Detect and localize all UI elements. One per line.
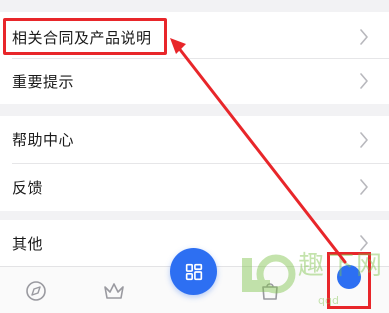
menu-item-label: 重要提示 <box>12 72 75 91</box>
menu-item-label: 帮助中心 <box>12 131 75 149</box>
menu-item-help[interactable]: 帮助中心 <box>0 116 389 163</box>
scan-button[interactable] <box>170 248 217 295</box>
explore-icon <box>26 281 46 301</box>
chevron-right-icon <box>360 179 368 195</box>
chevron-right-icon <box>360 235 368 251</box>
menu-item-notice[interactable]: 重要提示 <box>0 58 389 104</box>
annotation-highlight-box <box>327 252 371 309</box>
menu-item-feedback[interactable]: 反馈 <box>0 163 389 211</box>
annotation-highlight-box <box>3 18 167 55</box>
settings-screen: 相关合同及产品说明 重要提示 帮助中心 反馈 其他 趣 下 网 qqd <box>0 0 389 313</box>
menu-group-2: 帮助中心 反馈 <box>0 116 389 211</box>
bag-icon <box>262 283 278 300</box>
chevron-right-icon <box>360 29 368 45</box>
tab-vip[interactable] <box>100 277 128 305</box>
chevron-right-icon <box>360 73 368 89</box>
menu-item-label: 反馈 <box>12 178 44 197</box>
tab-explore[interactable] <box>22 277 50 305</box>
tab-shop[interactable] <box>256 277 284 305</box>
scan-icon <box>185 263 202 280</box>
menu-item-label: 其他 <box>12 234 44 253</box>
chevron-right-icon <box>360 131 368 148</box>
crown-icon <box>104 283 124 299</box>
